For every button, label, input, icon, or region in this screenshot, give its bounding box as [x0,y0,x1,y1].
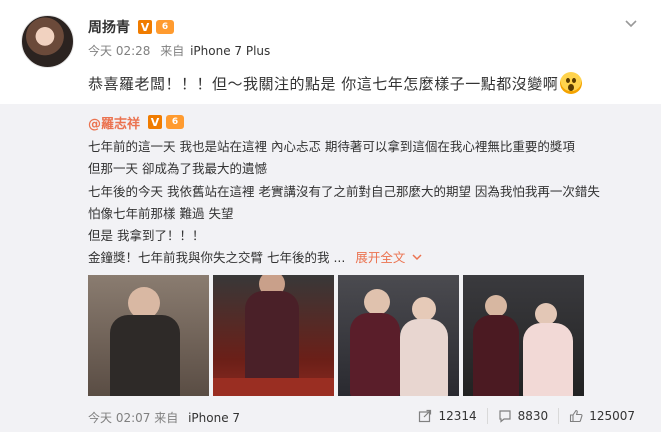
weibo-post: 周扬青 V 6 今天 02:28 来自 iPhone 7 Plus 恭喜羅老闆！… [0,0,661,432]
repost-text: 七年前的這一天 我也是站在這裡 內心忐忑 期待著可以拿到這個在我心裡無比重要的獎… [88,136,600,270]
repost-teaser-line: 金鐘獎！七年前我與你失之交臂 七年後的我 ... 展开全文 [88,247,600,269]
repost-teaser: 金鐘獎！七年前我與你失之交臂 七年後的我 ... [88,250,346,266]
repost-device[interactable]: iPhone 7 [188,411,240,425]
like-action[interactable]: 125007 [558,408,645,424]
vip-badge-icon: 6 [166,115,185,129]
expand-full-text-link[interactable]: 展开全文 [355,250,422,265]
post-source-prefix: 来自 [160,44,185,58]
comment-count: 8830 [517,409,549,423]
photo-thumbnail[interactable] [463,275,584,396]
repost-action[interactable]: 12314 [408,408,486,424]
reposted-card: @羅志祥 V 6 七年前的這一天 我也是站在這裡 內心忐忑 期待著可以拿到這個在… [0,104,661,404]
repost-actions: 12314 8830 125007 [408,408,645,424]
verified-badge-icon: V [138,20,152,34]
repost-author-name[interactable]: @羅志祥 [88,113,140,132]
photo-grid [88,275,584,396]
post-text: 恭喜羅老闆！！！但～我關注的點是 你這七年怎麼樣子一點都沒變啊 [88,72,583,94]
chevron-down-icon[interactable] [623,16,639,32]
post-meta: 今天 02:28 来自 iPhone 7 Plus [88,42,270,59]
repost-time[interactable]: 今天 02:07 [88,411,150,425]
photo-thumbnail[interactable] [88,275,209,396]
verified-badge-icon: V [148,115,163,129]
repost-count: 12314 [438,409,477,423]
comment-action[interactable]: 8830 [486,408,559,424]
post-device[interactable]: iPhone 7 Plus [190,44,270,58]
repost-meta: 今天 02:07 来自 iPhone 7 [88,409,240,426]
author-name[interactable]: 周扬青 [88,17,130,37]
thumbs-up-icon [569,409,583,423]
shocked-emoji-icon [560,72,583,94]
repost-line: 但是 我拿到了！！！ [88,228,205,244]
repost-author-row: @羅志祥 V 6 [88,112,185,132]
post-time[interactable]: 今天 02:28 [88,44,150,58]
repost-source-prefix: 来自 [154,411,179,425]
repost-footer: 今天 02:07 来自 iPhone 7 12314 8830 125007 [0,404,661,432]
author-row: 周扬青 V 6 [88,16,174,38]
chevron-down-icon [412,254,422,261]
comment-icon [498,409,512,423]
like-count: 125007 [589,409,635,423]
photo-thumbnail[interactable] [338,275,459,396]
repost-line: 七年後的今天 我依舊站在這裡 老實講沒有了之前對自己那麼大的期望 因為我怕我再一… [88,183,600,199]
photo-thumbnail[interactable] [213,275,334,396]
repost-line: 七年前的這一天 我也是站在這裡 內心忐忑 期待著可以拿到這個在我心裡無比重要的獎… [88,139,575,154]
author-avatar[interactable] [21,15,74,68]
vip-badge-icon: 6 [156,20,174,34]
post-text-content: 恭喜羅老闆！！！但～我關注的點是 你這七年怎麼樣子一點都沒變啊 [88,75,559,93]
repost-line: 但那一天 卻成為了我最大的遺憾 [88,161,267,177]
expand-label: 展开全文 [355,250,406,266]
repost-line: 怕像七年前那樣 難過 失望 [88,205,234,221]
share-icon [418,409,432,423]
